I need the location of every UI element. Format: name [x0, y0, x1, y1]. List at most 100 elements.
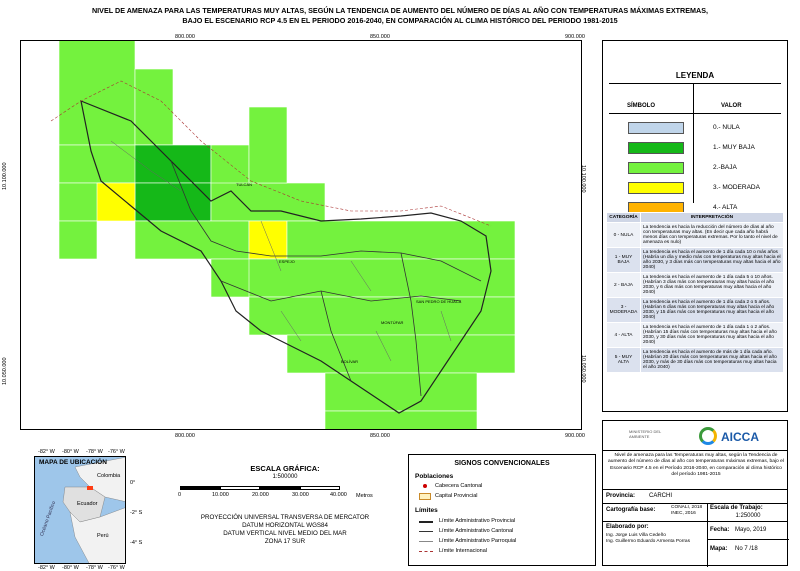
loc-tick-side-2: -2° S [130, 510, 143, 516]
cartografia-value: CONALI, 2018 INEC, 2016 [671, 505, 703, 516]
grid-cell-muy-baja [134, 182, 212, 222]
elaborado-name-2: Ing. Guillermo Eduardo Armenta Porras [606, 539, 690, 544]
legend-title: LEYENDA [675, 71, 715, 80]
projection-line-3: DATUM VERTICAL NIVEL MEDIO DEL MAR [223, 530, 347, 537]
loc-tick-bottom-3: -78° W [86, 565, 103, 571]
limit-line-symbol-icon [419, 551, 433, 552]
scale-title: ESCALA GRÁFICA: [250, 464, 320, 473]
grid-cell-baja [286, 334, 516, 374]
title-block: MINISTERIO DEL AMBIENTE AICCA Nivel de a… [602, 420, 789, 567]
map-description: Nivel de amenaza para las Temperaturas m… [608, 453, 784, 477]
grid-cell-baja [134, 220, 250, 260]
interpretation-table: CATEGORÍA INTERPRETACIÓN 0 - NULA La tend… [606, 212, 784, 373]
legend-col-symbol: SÍMBOLO [627, 103, 655, 109]
interp-category: 2 - BAJA [606, 272, 641, 298]
interp-row: 3 - MODERADA La tendencia es hacia el aum… [606, 297, 784, 323]
ministry-text: MINISTERIO DEL AMBIENTE [629, 429, 662, 439]
conventional-signs: SIGNOS CONVENCIONALES Poblaciones Cabece… [408, 454, 596, 566]
legend-value: 1.- MUY BAJA [713, 144, 755, 151]
projection-line-4: ZONA 17 SUR [264, 538, 306, 545]
legend-item: 2.-BAJA [613, 162, 783, 176]
grid-cell-muy-baja [134, 144, 212, 184]
loc-tick-side-3: -4° S [130, 540, 143, 546]
scale-block: ESCALA GRÁFICA: 1:500000 0 10.000 20.000… [170, 462, 400, 562]
loc-tick-bottom-1: -82° W [38, 565, 55, 571]
interp-text: La tendencia es hacia la reducción del n… [640, 222, 784, 248]
escala-label: Escala de Trabajo: [710, 505, 763, 511]
tick-y-left-1: 10.100.000 [2, 162, 8, 190]
scale-tick-1: 10.000 [212, 492, 229, 498]
aicca-logo-icon [699, 427, 717, 445]
interp-category: 3 - MODERADA [606, 297, 641, 323]
limit-item: Límite Administrativo Parroquial [439, 538, 517, 544]
fecha-label: Fecha: [710, 527, 730, 533]
label-peru: Perú [97, 533, 109, 539]
interp-row: 4 - ALTA La tendencia es hacia el aumento… [606, 322, 784, 348]
interp-text: La tendencia es hacia el aumento de 1 dí… [640, 272, 784, 298]
limit-line-symbol-icon [419, 541, 433, 542]
elaborado-label: Elaborado por: [606, 524, 649, 530]
limit-item: Límite Administrativo Cantonal [439, 528, 514, 534]
legend-item: 3.- MODERADA [613, 182, 783, 196]
scale-tick-2: 20.000 [252, 492, 269, 498]
tick-x-top-1: 800.000 [175, 34, 195, 40]
interp-text: La tendencia es hacia el aumento de 1 dí… [640, 322, 784, 348]
grid-cell-baja [248, 296, 516, 336]
scale-tick-3: 30.000 [292, 492, 309, 498]
grid-cell-baja [210, 182, 326, 222]
interp-category: 5 - MUY ALTA [606, 347, 641, 373]
aicca-logo-text: AICCA [721, 430, 759, 444]
grid-cell-baja [324, 410, 478, 429]
title-line-1: NIVEL DE AMENAZA PARA LAS TEMPERATURAS M… [91, 6, 708, 15]
loc-tick-top-3: -78° W [86, 449, 103, 455]
map-canvas: TULCÁN ESPEJO SAN PEDRO DE HUACA MONTÚFAR BO… [50, 41, 516, 429]
interp-row: 1 - MUY BAJA La tendencia es hacia el aum… [606, 247, 784, 273]
limit-line-symbol-icon [419, 521, 433, 523]
loc-tick-side-1: 0° [130, 480, 136, 486]
grid-cell-baja [58, 220, 98, 260]
study-area-marker [87, 486, 93, 490]
signs-capital: Capital Provincial [435, 493, 478, 499]
legend-value: 0.- NULA [713, 124, 740, 131]
loc-tick-bottom-2: -80° W [62, 565, 79, 571]
interp-category: 4 - ALTA [606, 322, 641, 348]
interp-text: La tendencia es hacia el aumento de 1 dí… [640, 297, 784, 323]
provincia-value: CARCHI [649, 493, 673, 499]
place-label: ESPEJO [279, 259, 295, 264]
tick-x-bottom-1: 800.000 [175, 433, 195, 439]
signs-limites: Límites [415, 507, 438, 514]
mapa-value: No 7 /18 [735, 546, 758, 552]
limit-item: Límite Internacional [439, 548, 487, 554]
location-map: MAPA DE UBICACIÓN Colombia Ecuador Perú … [34, 456, 126, 564]
loc-tick-bottom-4: -76° W [108, 565, 125, 571]
legend-item: 1.- MUY BAJA [613, 142, 783, 156]
fecha-value: Mayo, 2019 [735, 527, 767, 533]
interp-col-category: CATEGORÍA [606, 212, 641, 223]
tick-y-right-2: 10.050.000 [580, 355, 586, 383]
interp-row: 5 - MUY ALTA La tendencia es hacia el aum… [606, 347, 784, 373]
signs-title: SIGNOS CONVENCIONALES [454, 460, 550, 467]
tick-x-top-3: 900.000 [565, 34, 585, 40]
capital-symbol-icon [419, 493, 431, 500]
legend-col-value: VALOR [721, 103, 742, 109]
cabecera-symbol-icon [423, 484, 427, 488]
interp-category: 0 - NULA [606, 222, 641, 248]
legend-value: 3.- MODERADA [713, 184, 760, 191]
limit-line-symbol-icon [419, 531, 433, 532]
place-label: MONTÚFAR [381, 320, 404, 325]
tick-x-top-2: 850.000 [370, 34, 390, 40]
legend-swatch [628, 162, 684, 174]
projection-line-1: PROYECCIÓN UNIVERSAL TRANSVERSA DE MERCA… [200, 514, 370, 521]
loc-tick-top-1: -82° W [38, 449, 55, 455]
elaborado-names: Ing. Jorge Luis Villa Cedeño Ing. Guille… [606, 533, 690, 545]
interp-text: La tendencia es hacia el aumento de más … [640, 347, 784, 373]
mapa-label: Mapa: [710, 546, 728, 552]
place-label: BOLÍVAR [341, 359, 358, 364]
place-label: TULCÁN [236, 182, 252, 187]
tick-x-bottom-3: 900.000 [565, 433, 585, 439]
legend-swatch [628, 122, 684, 134]
main-map[interactable]: TULCÁN ESPEJO SAN PEDRO DE HUACA MONTÚFAR BO… [20, 40, 582, 430]
interp-text: La tendencia es hacia el aumento de 1 dí… [640, 247, 784, 273]
threat-grid-cells [58, 41, 516, 429]
legend-value: 2.-BAJA [713, 164, 737, 171]
